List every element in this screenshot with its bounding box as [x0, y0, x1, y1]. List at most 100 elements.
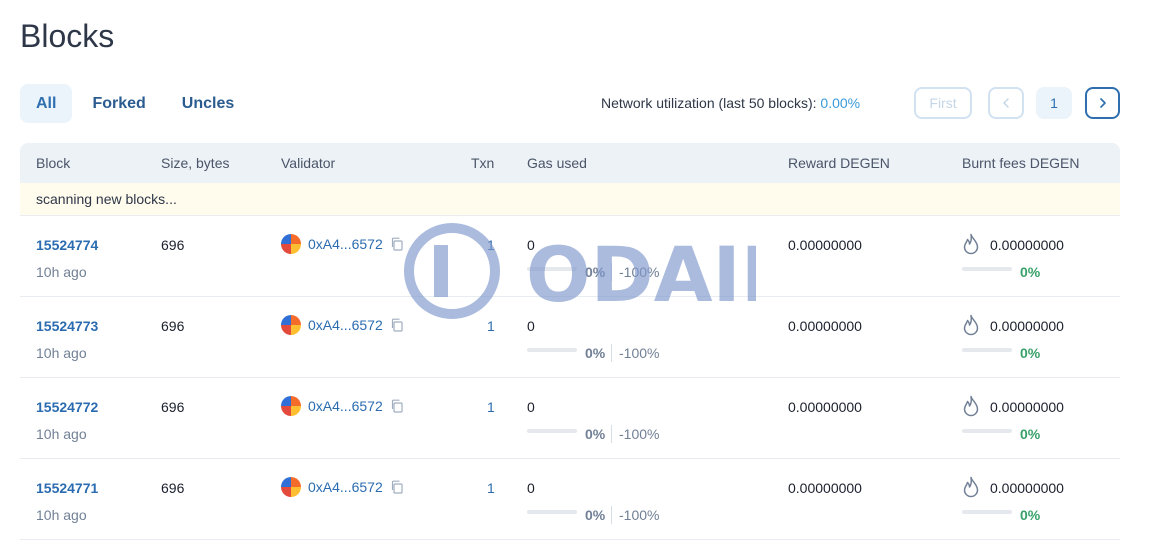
prev-page-button[interactable]	[988, 87, 1024, 119]
blocks-table: Block Size, bytes Validator Txn Gas used…	[20, 143, 1120, 540]
flame-icon	[963, 476, 979, 498]
table-row: 15524771 10h ago 696 0xA4...6572 1 0 0% …	[20, 459, 1120, 540]
burnt-fees-value: 0.00000000	[990, 480, 1064, 496]
gas-used-percent: 0%	[585, 507, 606, 523]
next-page-button[interactable]	[1085, 87, 1120, 119]
validator-address-link[interactable]: 0xA4...6572	[308, 317, 383, 333]
header-reward: Reward DEGEN	[788, 155, 890, 171]
block-size: 696	[161, 480, 185, 496]
scanning-text: scanning new blocks...	[36, 191, 177, 207]
gas-target-delta: -100%	[619, 426, 660, 442]
header-burnt-fees: Burnt fees DEGEN	[962, 155, 1080, 171]
burnt-fees-bar	[962, 348, 1012, 352]
tab-all[interactable]: All	[20, 84, 73, 123]
block-age: 10h ago	[36, 264, 87, 280]
gas-used-value: 0	[527, 318, 535, 334]
gas-target-delta: -100%	[619, 345, 660, 361]
gas-used-percent: 0%	[585, 426, 606, 442]
network-utilization-value: 0.00%	[820, 95, 861, 111]
reward-value: 0.00000000	[788, 237, 862, 253]
validator-cell: 0xA4...6572	[281, 477, 404, 497]
current-page-indicator[interactable]: 1	[1036, 87, 1072, 119]
reward-value: 0.00000000	[788, 480, 862, 496]
validator-cell: 0xA4...6572	[281, 315, 404, 335]
block-age: 10h ago	[36, 426, 87, 442]
block-type-tabs: All Forked Uncles	[20, 84, 250, 123]
block-number-link[interactable]: 15524772	[36, 399, 98, 415]
gas-target-delta: -100%	[619, 507, 660, 523]
scanning-banner: scanning new blocks...	[20, 183, 1120, 216]
chevron-left-icon	[1003, 98, 1009, 108]
validator-address-link[interactable]: 0xA4...6572	[308, 479, 383, 495]
validator-address-link[interactable]: 0xA4...6572	[308, 398, 383, 414]
flame-icon	[963, 314, 979, 336]
flame-icon	[963, 233, 979, 255]
gas-used-value: 0	[527, 237, 535, 253]
copy-icon[interactable]	[390, 318, 404, 332]
chevron-right-icon	[1099, 98, 1106, 108]
gas-usage-bar	[527, 429, 577, 433]
header-validator: Validator	[281, 155, 336, 171]
block-age: 10h ago	[36, 345, 87, 361]
header-txn: Txn	[471, 155, 495, 171]
gas-usage-bar	[527, 348, 577, 352]
validator-cell: 0xA4...6572	[281, 396, 404, 416]
first-page-button[interactable]: First	[914, 87, 972, 119]
header-block: Block	[36, 155, 71, 171]
validator-address-link[interactable]: 0xA4...6572	[308, 236, 383, 252]
gas-used-value: 0	[527, 399, 535, 415]
table-header: Block Size, bytes Validator Txn Gas used…	[20, 143, 1120, 183]
burnt-fees-value: 0.00000000	[990, 399, 1064, 415]
burnt-fees-value: 0.00000000	[990, 318, 1064, 334]
block-age: 10h ago	[36, 507, 87, 523]
network-utilization-label: Network utilization (last 50 blocks):	[601, 95, 821, 111]
copy-icon[interactable]	[390, 237, 404, 251]
header-gas-used: Gas used	[527, 155, 587, 171]
copy-icon[interactable]	[390, 399, 404, 413]
burnt-fees-bar	[962, 510, 1012, 514]
gas-separator	[611, 506, 612, 524]
validator-avatar	[281, 477, 301, 497]
gas-usage-bar	[527, 267, 577, 271]
tab-forked[interactable]: Forked	[76, 84, 161, 123]
validator-cell: 0xA4...6572	[281, 234, 404, 254]
header-size: Size, bytes	[161, 155, 230, 171]
tab-uncles[interactable]: Uncles	[166, 84, 250, 123]
burnt-fees-bar	[962, 429, 1012, 433]
burnt-fees-percent: 0%	[1020, 264, 1041, 280]
gas-target-delta: -100%	[619, 264, 660, 280]
burnt-fees-percent: 0%	[1020, 507, 1041, 523]
gas-separator	[611, 344, 612, 362]
gas-used-percent: 0%	[585, 264, 606, 280]
table-row: 15524774 10h ago 696 0xA4...6572 1 0 0% …	[20, 216, 1120, 297]
table-row: 15524772 10h ago 696 0xA4...6572 1 0 0% …	[20, 378, 1120, 459]
txn-count-link[interactable]: 1	[487, 318, 495, 334]
validator-avatar	[281, 234, 301, 254]
block-size: 696	[161, 318, 185, 334]
gas-used-percent: 0%	[585, 345, 606, 361]
block-number-link[interactable]: 15524771	[36, 480, 98, 496]
block-size: 696	[161, 399, 185, 415]
gas-separator	[611, 425, 612, 443]
burnt-fees-value: 0.00000000	[990, 237, 1064, 253]
txn-count-link[interactable]: 1	[487, 480, 495, 496]
flame-icon	[963, 395, 979, 417]
burnt-fees-bar	[962, 267, 1012, 271]
page-title: Blocks	[20, 18, 115, 54]
gas-used-value: 0	[527, 480, 535, 496]
table-row: 15524773 10h ago 696 0xA4...6572 1 0 0% …	[20, 297, 1120, 378]
block-number-link[interactable]: 15524773	[36, 318, 98, 334]
block-size: 696	[161, 237, 185, 253]
validator-avatar	[281, 315, 301, 335]
burnt-fees-percent: 0%	[1020, 426, 1041, 442]
network-utilization: Network utilization (last 50 blocks): 0.…	[601, 95, 860, 111]
gas-usage-bar	[527, 510, 577, 514]
gas-separator	[611, 263, 612, 281]
burnt-fees-percent: 0%	[1020, 345, 1041, 361]
txn-count-link[interactable]: 1	[487, 399, 495, 415]
reward-value: 0.00000000	[788, 399, 862, 415]
txn-count-link[interactable]: 1	[487, 237, 495, 253]
reward-value: 0.00000000	[788, 318, 862, 334]
copy-icon[interactable]	[390, 480, 404, 494]
block-number-link[interactable]: 15524774	[36, 237, 98, 253]
